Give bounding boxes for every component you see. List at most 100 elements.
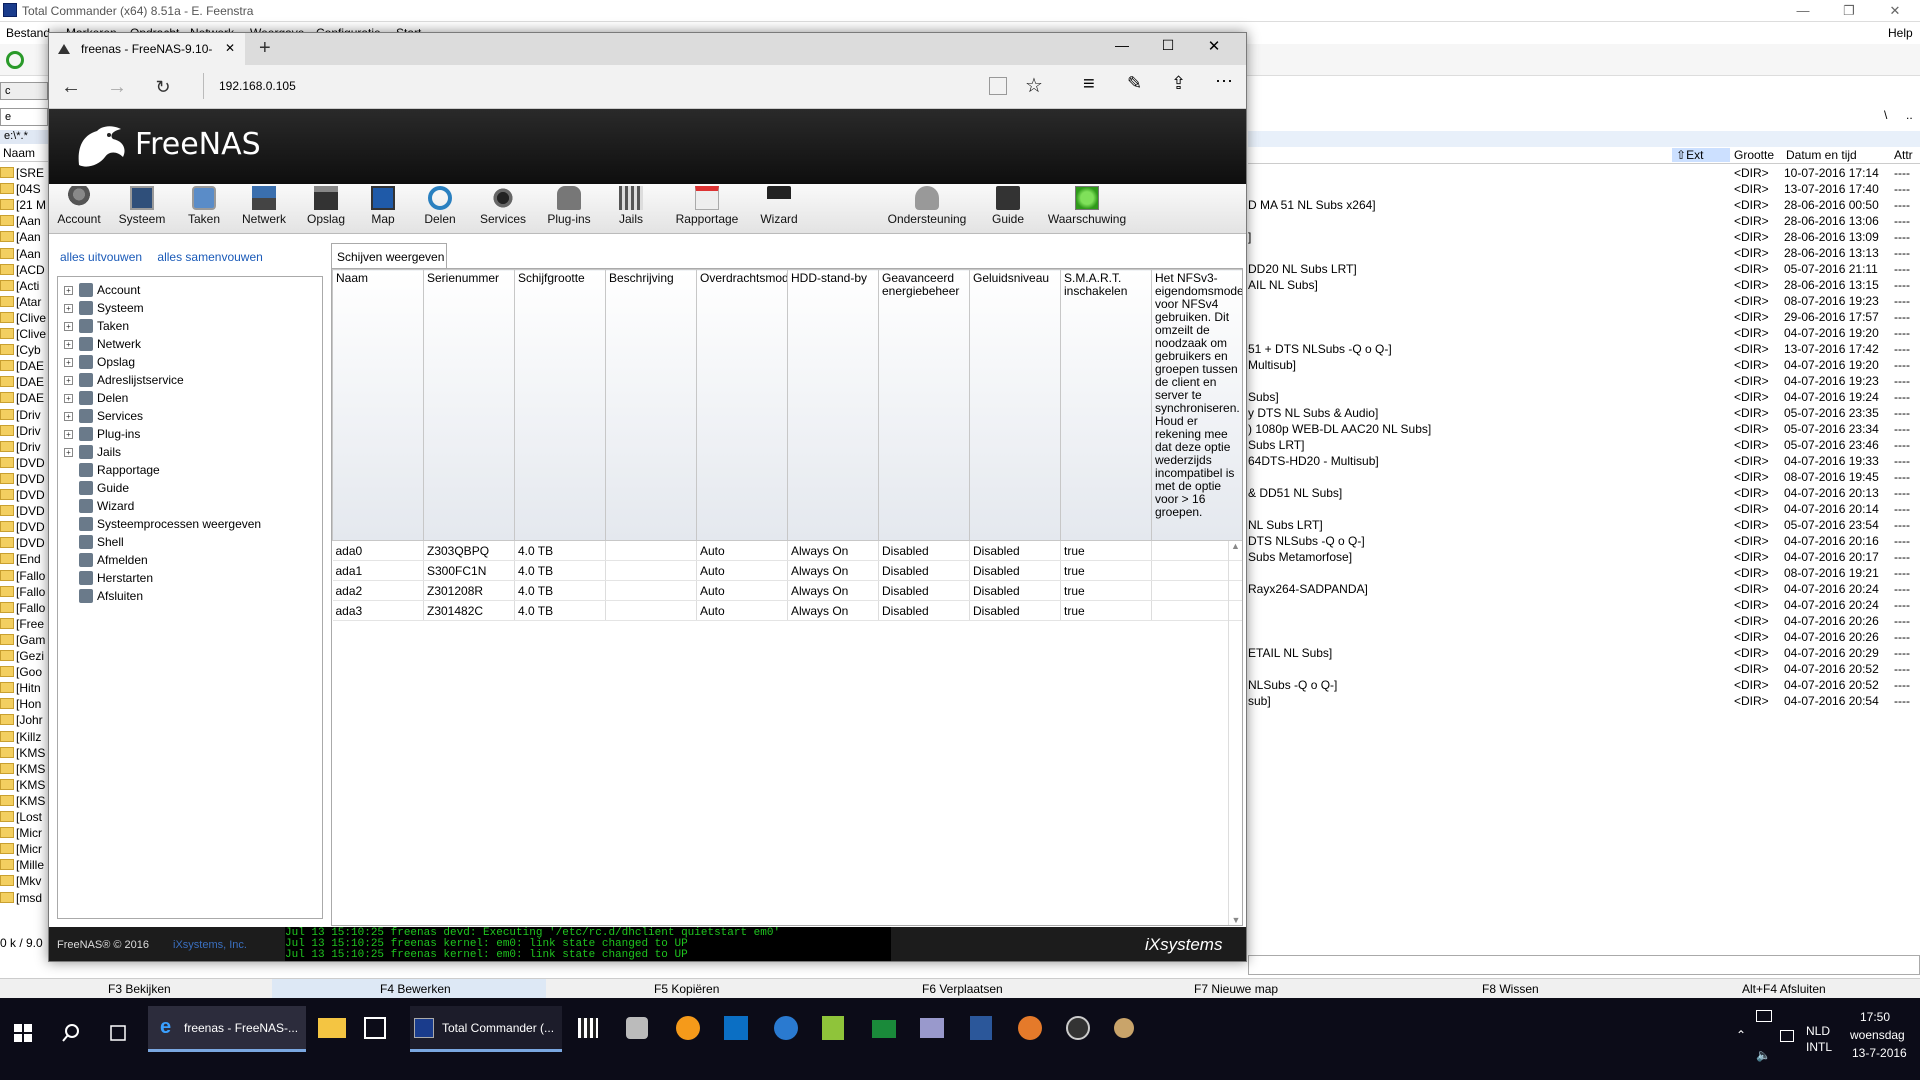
tc-left-folder-row[interactable]: [DAE bbox=[0, 375, 44, 391]
tc-right-name[interactable]: D MA 51 NL Subs x264] bbox=[1248, 198, 1376, 212]
f5-copy-button[interactable]: F5 Kopiëren bbox=[654, 982, 719, 996]
misc-app-icon[interactable] bbox=[1114, 1018, 1134, 1038]
tc-right-name[interactable]: 64DTS-HD20 - Multisub] bbox=[1248, 454, 1379, 468]
f8-delete-button[interactable]: F8 Wissen bbox=[1482, 982, 1539, 996]
tree-item-plug-ins[interactable]: + Plug-ins bbox=[64, 425, 140, 443]
toolbar-guide-button[interactable]: Guide bbox=[983, 186, 1033, 226]
toolbar-support-button[interactable]: Ondersteuning bbox=[877, 186, 977, 226]
tc-right-name[interactable]: sub] bbox=[1248, 694, 1271, 708]
tc-left-folder-row[interactable]: [Atar bbox=[0, 295, 41, 311]
disk-row[interactable]: ada0 Z303QBPQ 4.0 TB Auto Always On Disabled D… bbox=[332, 540, 1242, 561]
store-icon[interactable] bbox=[364, 1017, 386, 1039]
tab-view-disks[interactable]: Schijven weergeven bbox=[331, 243, 447, 268]
tc-menu-help[interactable]: Help bbox=[1888, 26, 1913, 40]
column-header[interactable]: HDD-stand-by bbox=[787, 269, 879, 541]
expand-plus-icon[interactable]: + bbox=[64, 303, 73, 313]
tc-right-name[interactable]: Subs Metamorfose] bbox=[1248, 550, 1352, 564]
column-header[interactable]: Serienummer bbox=[423, 269, 515, 541]
tc-col-attr[interactable]: Attr bbox=[1894, 148, 1913, 162]
tree-item-systeem[interactable]: + Systeem bbox=[64, 299, 144, 317]
tc-left-folder-row[interactable]: [Johr bbox=[0, 713, 43, 729]
tree-item-systeemprocessen-weergeven[interactable]: Systeemprocessen weergeven bbox=[64, 515, 261, 533]
f4-edit-button[interactable]: F4 Bewerken bbox=[380, 982, 451, 996]
tc-right-up[interactable]: .. bbox=[1906, 108, 1913, 122]
clock-time[interactable]: 17:50 bbox=[1860, 1010, 1890, 1024]
altf4-exit-button[interactable]: Alt+F4 Afsluiten bbox=[1742, 982, 1826, 996]
f6-move-button[interactable]: F6 Verplaatsen bbox=[922, 982, 1003, 996]
disk-row[interactable]: ada3 Z301482C 4.0 TB Auto Always On Disabled D… bbox=[332, 600, 1242, 621]
show-hidden-icons-icon[interactable]: ⌃ bbox=[1736, 1028, 1746, 1042]
tc-left-folder-row[interactable]: [DVD bbox=[0, 488, 45, 504]
expand-plus-icon[interactable]: + bbox=[64, 285, 73, 295]
tc-left-folder-row[interactable]: [Killz bbox=[0, 730, 41, 746]
tc-drive-select[interactable]: e bbox=[0, 108, 48, 126]
tree-item-rapportage[interactable]: Rapportage bbox=[64, 461, 160, 479]
start-windows-icon[interactable] bbox=[14, 1024, 32, 1042]
remote-app-icon[interactable] bbox=[920, 1018, 944, 1038]
tc-left-folder-row[interactable]: [Goo bbox=[0, 665, 42, 681]
tc-left-col-name[interactable]: Naam bbox=[0, 146, 48, 162]
expand-plus-icon[interactable]: + bbox=[64, 375, 73, 385]
tc-left-folder-row[interactable]: [Gezi bbox=[0, 649, 44, 665]
tc-drive-button-c[interactable]: c bbox=[0, 82, 48, 100]
firefox-icon[interactable] bbox=[1018, 1016, 1042, 1040]
tc-left-folder-row[interactable]: [msd bbox=[0, 891, 42, 907]
expand-plus-icon[interactable]: + bbox=[64, 339, 73, 349]
tc-close-button[interactable]: ✕ bbox=[1872, 0, 1918, 22]
tc-col-date[interactable]: Datum en tijd bbox=[1786, 148, 1857, 162]
share-icon[interactable]: ⇪ bbox=[1171, 73, 1186, 94]
input-language[interactable]: NLD bbox=[1806, 1024, 1830, 1038]
expand-all-link[interactable]: alles uitvouwen bbox=[60, 250, 142, 264]
tc-left-folder-row[interactable]: [21 M bbox=[0, 198, 46, 214]
tab-close-icon[interactable]: ✕ bbox=[225, 41, 235, 55]
tc-left-folder-row[interactable]: [Mkv bbox=[0, 874, 41, 890]
tree-item-guide[interactable]: Guide bbox=[64, 479, 129, 497]
tc-left-folder-row[interactable]: [DVD bbox=[0, 536, 45, 552]
f7-newdir-button[interactable]: F7 Nieuwe map bbox=[1194, 982, 1278, 996]
tc-right-name[interactable]: & DD51 NL Subs] bbox=[1248, 486, 1342, 500]
tc-left-folder-row[interactable]: [DAE bbox=[0, 391, 44, 407]
hub-icon[interactable]: ≡ bbox=[1083, 73, 1095, 96]
forward-arrow-icon[interactable]: → bbox=[101, 73, 133, 101]
tree-item-adreslijstservice[interactable]: + Adreslijstservice bbox=[64, 371, 184, 389]
database-app-icon[interactable] bbox=[626, 1017, 648, 1039]
tc-right-name[interactable]: NL Subs LRT] bbox=[1248, 518, 1323, 532]
tc-right-root[interactable]: \ bbox=[1884, 108, 1887, 122]
network-tray-icon[interactable] bbox=[1756, 1010, 1772, 1022]
column-header[interactable]: Het NFSv3-eigendomsmodel voor NFSv4 gebr… bbox=[1151, 269, 1242, 541]
tree-item-opslag[interactable]: + Opslag bbox=[64, 353, 135, 371]
expand-plus-icon[interactable]: + bbox=[64, 447, 73, 457]
tc-right-name[interactable]: Subs LRT] bbox=[1248, 438, 1304, 452]
tree-item-delen[interactable]: + Delen bbox=[64, 389, 128, 407]
taskbar-edge-freenas[interactable]: e freenas - FreeNAS-... bbox=[148, 1006, 306, 1052]
expand-plus-icon[interactable]: + bbox=[64, 429, 73, 439]
tc-right-name[interactable]: ] bbox=[1248, 230, 1251, 244]
input-method[interactable]: INTL bbox=[1806, 1040, 1832, 1054]
tree-item-taken[interactable]: + Taken bbox=[64, 317, 129, 335]
tc-left-folder-row[interactable]: [Aan bbox=[0, 247, 41, 263]
tree-item-afmelden[interactable]: Afmelden bbox=[64, 551, 148, 569]
clock-day[interactable]: woensdag bbox=[1850, 1028, 1905, 1042]
tc-right-name[interactable]: Rayx264-SADPANDA] bbox=[1248, 582, 1368, 596]
tc-left-folder-row[interactable]: [Driv bbox=[0, 408, 41, 424]
tree-item-netwerk[interactable]: + Netwerk bbox=[64, 335, 141, 353]
tc-minimize-button[interactable]: — bbox=[1780, 0, 1826, 22]
browser-tab-freenas[interactable]: freenas - FreeNAS-9.10- ✕ bbox=[49, 33, 245, 65]
expand-plus-icon[interactable]: + bbox=[64, 411, 73, 421]
browser-close-button[interactable]: ✕ bbox=[1191, 37, 1237, 61]
tc-right-name[interactable]: DTS NLSubs -Q o Q-] bbox=[1248, 534, 1365, 548]
new-tab-button[interactable]: + bbox=[259, 37, 271, 60]
column-header[interactable]: Beschrijving bbox=[605, 269, 697, 541]
search-icon[interactable] bbox=[62, 1024, 80, 1042]
clock-date[interactable]: 13-7-2016 bbox=[1852, 1046, 1907, 1060]
expand-plus-icon[interactable]: + bbox=[64, 321, 73, 331]
toolbar-map-button[interactable]: Map bbox=[357, 186, 409, 226]
reading-view-icon[interactable] bbox=[989, 77, 1007, 95]
tc-left-folder-row[interactable]: [KMS bbox=[0, 762, 45, 778]
toolbar-system-button[interactable]: Systeem bbox=[109, 186, 175, 226]
tc-left-folder-row[interactable]: [ACD bbox=[0, 263, 45, 279]
tc-left-folder-row[interactable]: [Micr bbox=[0, 826, 42, 842]
tc-command-line[interactable] bbox=[1248, 955, 1920, 975]
tc-maximize-button[interactable]: ❐ bbox=[1826, 0, 1872, 22]
tc-left-folder-row[interactable]: [Fallo bbox=[0, 601, 45, 617]
